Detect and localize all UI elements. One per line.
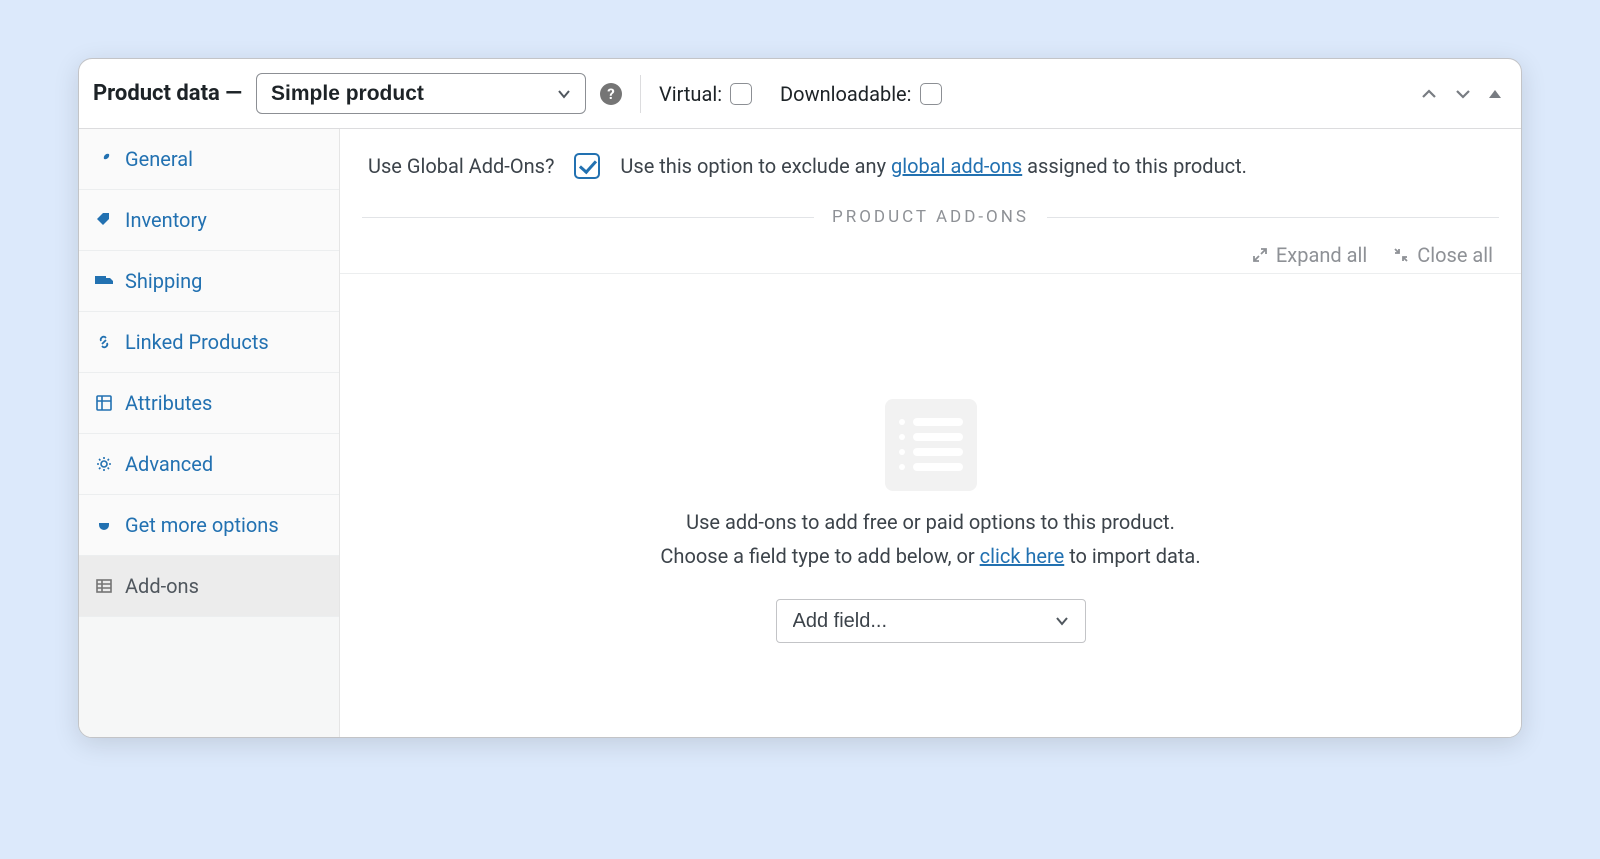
expand-all-button[interactable]: Expand all (1252, 243, 1367, 267)
list-placeholder-icon (885, 399, 977, 491)
section-divider: PRODUCT ADD-ONS (362, 207, 1499, 227)
move-up-button[interactable] (1419, 84, 1439, 104)
add-field-select[interactable]: Add field... (776, 599, 1086, 643)
tab-label: Inventory (125, 208, 207, 232)
tab-advanced[interactable]: Advanced (79, 434, 339, 495)
tab-label: Shipping (125, 269, 202, 293)
empty-state-text: Use add-ons to add free or paid options … (660, 505, 1200, 573)
tab-shipping[interactable]: Shipping (79, 251, 339, 312)
panel-controls (1419, 84, 1503, 104)
plug-icon (95, 517, 113, 533)
import-link[interactable]: click here (980, 544, 1065, 568)
global-addons-label: Use Global Add-Ons? (368, 154, 554, 178)
panel-body: General Inventory Shipping Linked Produc… (79, 129, 1521, 737)
link-icon (95, 334, 113, 350)
virtual-toggle[interactable]: Virtual: (659, 82, 752, 106)
product-data-tabs: General Inventory Shipping Linked Produc… (79, 129, 340, 737)
product-data-title: Product data — (93, 81, 242, 106)
tab-inventory[interactable]: Inventory (79, 190, 339, 251)
product-data-panel: Product data — Simple product ? Virtual:… (78, 58, 1522, 738)
product-type-select[interactable]: Simple product (256, 73, 586, 114)
add-field-wrap: Add field... (776, 599, 1086, 643)
section-title: PRODUCT ADD-ONS (814, 207, 1047, 227)
truck-icon (95, 274, 113, 288)
tab-label: Get more options (125, 513, 279, 537)
virtual-label: Virtual: (659, 82, 722, 106)
close-all-button[interactable]: Close all (1393, 243, 1493, 267)
tab-label: Add-ons (125, 574, 199, 598)
empty-state: Use add-ons to add free or paid options … (340, 273, 1521, 737)
global-addons-description: Use this option to exclude any global ad… (620, 154, 1247, 178)
product-type-select-wrap: Simple product (256, 73, 586, 114)
tab-attributes[interactable]: Attributes (79, 373, 339, 434)
tag-icon (95, 212, 113, 228)
tab-get-more-options[interactable]: Get more options (79, 495, 339, 556)
checkbox-icon (730, 83, 752, 105)
wrench-icon (95, 151, 113, 167)
help-icon[interactable]: ? (600, 83, 622, 105)
move-down-button[interactable] (1453, 84, 1473, 104)
global-addons-row: Use Global Add-Ons? Use this option to e… (340, 129, 1521, 207)
toggle-panel-button[interactable] (1487, 84, 1503, 104)
divider (640, 75, 641, 113)
checkbox-icon (920, 83, 942, 105)
global-addons-checkbox[interactable] (574, 153, 600, 179)
gear-icon (95, 456, 113, 472)
tab-linked-products[interactable]: Linked Products (79, 312, 339, 373)
addons-panel: Use Global Add-Ons? Use this option to e… (340, 129, 1521, 737)
collapse-controls: Expand all Close all (340, 235, 1521, 273)
downloadable-toggle[interactable]: Downloadable: (780, 82, 941, 106)
panel-header: Product data — Simple product ? Virtual:… (79, 59, 1521, 129)
table-icon (95, 578, 113, 594)
tab-label: Advanced (125, 452, 213, 476)
expand-icon (1252, 247, 1268, 263)
global-addons-link[interactable]: global add-ons (891, 154, 1022, 178)
grid-icon (95, 395, 113, 411)
tab-add-ons[interactable]: Add-ons (79, 556, 339, 617)
downloadable-label: Downloadable: (780, 82, 911, 106)
collapse-icon (1393, 247, 1409, 263)
tab-label: Linked Products (125, 330, 269, 354)
tab-label: General (125, 147, 193, 171)
tab-label: Attributes (125, 391, 212, 415)
tab-general[interactable]: General (79, 129, 339, 190)
